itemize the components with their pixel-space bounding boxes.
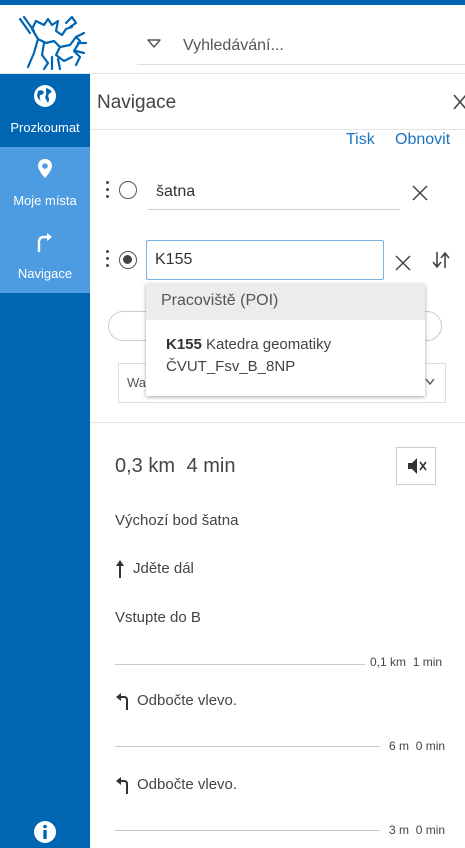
step-divider: [115, 664, 365, 665]
search-bar: [137, 27, 465, 65]
step-divider: [115, 746, 380, 747]
stop-radio[interactable]: [119, 251, 137, 269]
divider: [90, 422, 465, 423]
route-step[interactable]: Výchozí bod šatna: [115, 512, 238, 529]
university-logo[interactable]: [14, 13, 88, 71]
turn-left-icon: [116, 693, 128, 711]
destination-input[interactable]: [146, 240, 384, 280]
route-step[interactable]: Jděte dál: [115, 559, 194, 579]
step-distance: 6 m 0 min: [389, 739, 446, 753]
step-text: Odbočte vlevo.: [137, 692, 238, 709]
panel-title: Navigace: [97, 92, 177, 113]
turn-arrow-icon: [37, 233, 52, 252]
divider: [90, 129, 465, 130]
suggestion-item[interactable]: K155 Katedra geomatiky ČVUT_Fsv_B_8NP: [166, 334, 416, 378]
clear-destination-icon[interactable]: [395, 255, 411, 271]
step-distance: 3 m 0 min: [389, 823, 446, 837]
route-summary: 0,3 km 4 min: [115, 455, 242, 478]
drag-handle-icon[interactable]: [106, 181, 110, 201]
mute-button[interactable]: [396, 447, 436, 485]
route-step[interactable]: Odbočte vlevo.: [115, 692, 238, 711]
close-icon[interactable]: [453, 94, 465, 110]
sidebar-item-label: Navigace: [17, 266, 73, 281]
suggestion-name: Katedra geomatiky: [206, 336, 332, 353]
suggestion-location: ČVUT_Fsv_B_8NP: [166, 358, 296, 375]
route-distance: 0,3 km: [115, 455, 176, 477]
step-divider: [115, 830, 380, 831]
turn-left-icon: [116, 777, 128, 795]
sidebar-item-my-places[interactable]: Moje místa: [0, 147, 90, 220]
suggestion-group-header: Pracoviště (POI): [146, 284, 425, 320]
sidebar-item-label: Prozkoumat: [10, 120, 80, 135]
suggestion-dropdown: Pracoviště (POI) K155 Katedra geomatiky …: [146, 284, 425, 396]
arrow-up-icon: [116, 560, 124, 578]
step-text: Odbočte vlevo.: [137, 776, 238, 793]
travel-mode-value: Wa: [127, 375, 147, 390]
top-bar: [0, 0, 465, 74]
clear-origin-icon[interactable]: [412, 185, 428, 201]
step-text: Vstupte do B: [115, 609, 201, 626]
origin-input[interactable]: [148, 174, 400, 210]
step-text: Výchozí bod šatna: [115, 512, 239, 529]
navigation-panel: Navigace Tisk Obnovit Wa 0,3 km 4 min V: [90, 74, 465, 848]
step-distance: 0,1 km 1 min: [370, 655, 443, 669]
suggestion-code: K155: [166, 336, 202, 353]
route-step[interactable]: Odbočte vlevo.: [115, 776, 238, 795]
route-time: 4 min: [186, 455, 236, 477]
sidebar: Prozkoumat Moje místa Navigace: [0, 74, 90, 848]
map-pin-icon: [38, 159, 52, 178]
refresh-link[interactable]: Obnovit: [395, 131, 450, 149]
step-text: Jděte dál: [133, 559, 194, 577]
chevron-down-icon[interactable]: [147, 39, 161, 49]
drag-handle-icon[interactable]: [106, 250, 110, 270]
sidebar-item-navigation[interactable]: Navigace: [0, 220, 90, 293]
swap-stops-icon[interactable]: [431, 250, 451, 270]
globe-icon: [34, 85, 56, 107]
route-step[interactable]: Vstupte do B: [115, 609, 201, 626]
speaker-mute-icon: [408, 458, 427, 474]
sidebar-item-explore[interactable]: Prozkoumat: [0, 74, 90, 147]
sidebar-item-label: Moje místa: [13, 193, 77, 208]
chevron-down-icon: [425, 378, 435, 386]
search-input[interactable]: [183, 35, 453, 57]
print-link[interactable]: Tisk: [346, 131, 375, 149]
stop-radio[interactable]: [119, 181, 137, 199]
info-icon[interactable]: [33, 820, 57, 844]
